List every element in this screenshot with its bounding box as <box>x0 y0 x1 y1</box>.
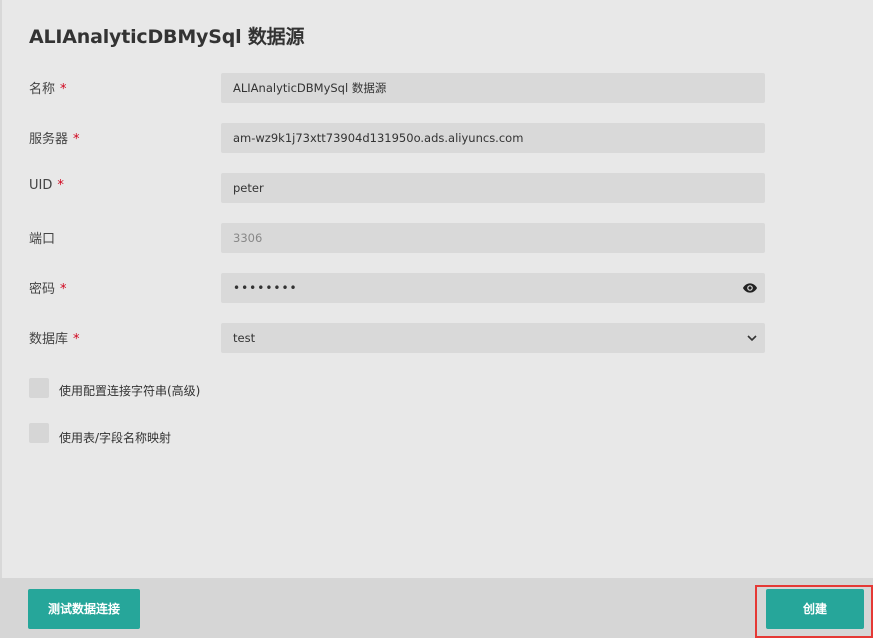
database-select[interactable]: test <box>221 323 765 353</box>
form-row-server: 服务器 * am-wz9k1j73xtt73904d131950o.ads.ali… <box>0 123 873 153</box>
port-label-text: 端口 <box>29 232 56 247</box>
create-button-highlight <box>755 585 873 638</box>
uid-input[interactable]: peter <box>221 173 765 203</box>
port-label: 端口 <box>29 228 55 247</box>
form-row-password: 密码 * •••••••• <box>0 273 873 303</box>
uid-label-text: UID <box>29 178 53 193</box>
use-conn-string-label: 使用配置连接字符串(高级) <box>59 384 201 398</box>
name-label-text: 名称 <box>29 82 56 97</box>
eye-icon[interactable] <box>741 280 759 296</box>
password-label: 密码 * <box>29 278 67 297</box>
password-label-text: 密码 <box>29 282 56 297</box>
form-row-database: 数据库 * test <box>0 323 873 353</box>
database-label: 数据库 * <box>29 328 80 347</box>
use-mapping-checkbox[interactable] <box>29 423 49 443</box>
server-label-text: 服务器 <box>29 132 69 147</box>
required-marker: * <box>73 332 80 347</box>
form-row-name: 名称 * ALIAnalyticDBMySql 数据源 <box>0 73 873 103</box>
server-label: 服务器 * <box>29 128 80 147</box>
password-masked-value: •••••••• <box>233 281 298 295</box>
database-selected-value: test <box>233 331 256 345</box>
required-marker: * <box>73 132 80 147</box>
required-marker: * <box>57 178 64 193</box>
form-row-port: 端口 3306 <box>0 223 873 253</box>
test-connection-button[interactable]: 测试数据连接 <box>28 589 140 629</box>
name-input[interactable]: ALIAnalyticDBMySql 数据源 <box>221 73 765 103</box>
use-mapping-label: 使用表/字段名称映射 <box>59 431 172 445</box>
uid-label: UID * <box>29 178 64 193</box>
server-input[interactable]: am-wz9k1j73xtt73904d131950o.ads.aliyuncs… <box>221 123 765 153</box>
page-title: ALIAnalyticDBMySql 数据源 <box>29 26 305 48</box>
required-marker: * <box>60 282 67 297</box>
use-conn-string-checkbox[interactable] <box>29 378 49 398</box>
chevron-down-icon <box>747 335 757 342</box>
name-label: 名称 * <box>29 78 67 97</box>
footer-bar: 测试数据连接 创建 <box>0 578 873 638</box>
required-marker: * <box>60 82 67 97</box>
password-input[interactable]: •••••••• <box>221 273 765 303</box>
port-input[interactable]: 3306 <box>221 223 765 253</box>
form-row-uid: UID * peter <box>0 173 873 203</box>
database-label-text: 数据库 <box>29 332 69 347</box>
